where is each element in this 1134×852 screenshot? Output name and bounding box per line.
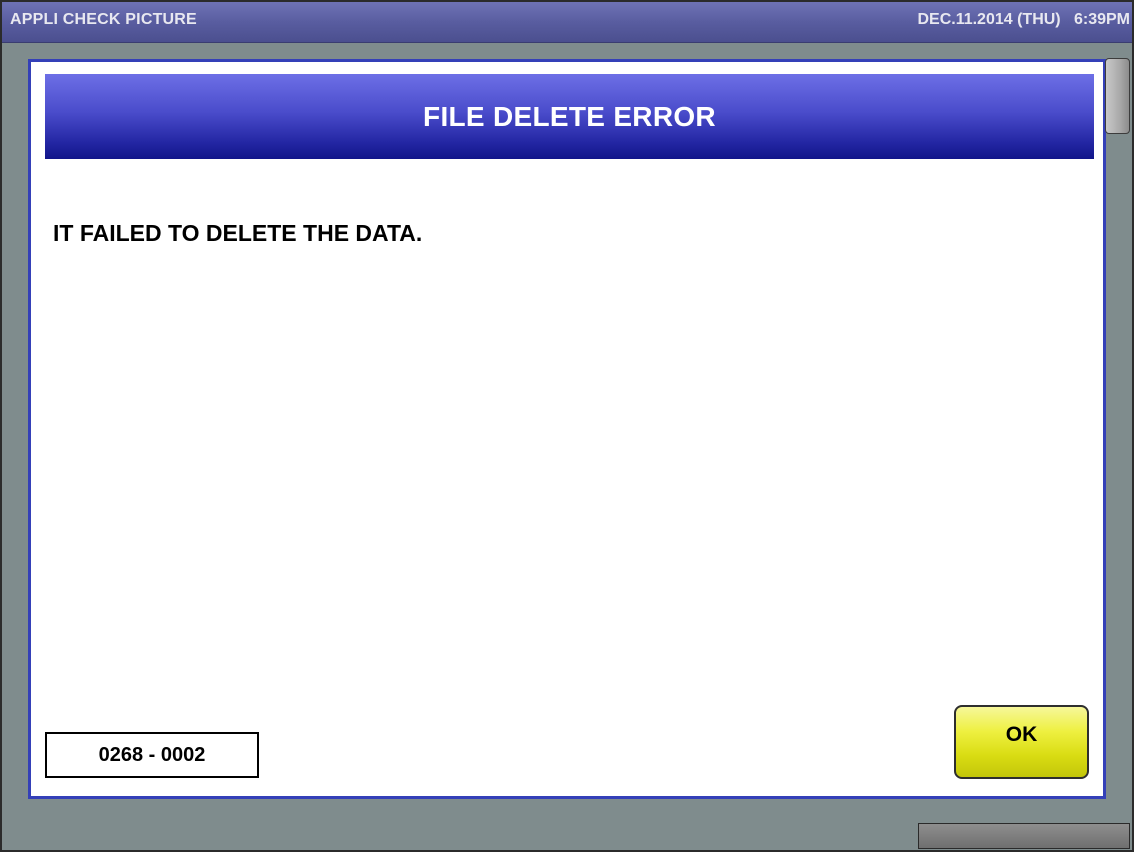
dialog-title: FILE DELETE ERROR — [423, 100, 716, 132]
error-message: IT FAILED TO DELETE THE DATA. — [53, 220, 423, 246]
dialog-header: FILE DELETE ERROR — [45, 74, 1094, 159]
date-time-display: DEC.11.2014 (THU) 6:39PM — [917, 11, 1130, 28]
error-code-box: 0268 - 0002 — [45, 732, 259, 778]
status-indicator — [918, 823, 1130, 849]
app-screen: APPLI CHECK PICTURE DEC.11.2014 (THU) 6:… — [0, 0, 1134, 852]
title-bar: APPLI CHECK PICTURE DEC.11.2014 (THU) 6:… — [2, 2, 1132, 43]
ok-button[interactable]: OK — [954, 705, 1089, 779]
error-dialog: FILE DELETE ERROR IT FAILED TO DELETE TH… — [28, 59, 1106, 799]
scrollbar-thumb[interactable] — [1105, 58, 1130, 134]
app-title: APPLI CHECK PICTURE — [10, 11, 197, 28]
